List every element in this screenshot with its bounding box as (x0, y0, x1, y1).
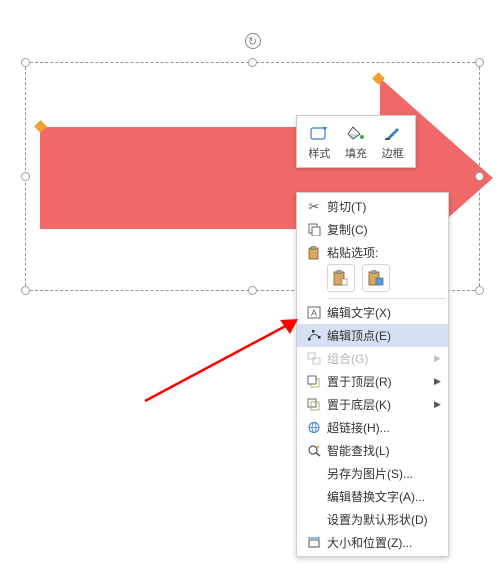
fill-button[interactable]: 填充 (343, 120, 369, 163)
style-label: 样式 (308, 145, 330, 161)
submenu-arrow: ▶ (434, 353, 444, 364)
menu-hyperlink-label: 超链接(H)... (327, 419, 444, 436)
menu-edit-alt-text[interactable]: 编辑替换文字(A)... (297, 485, 448, 508)
resize-handle-sw[interactable] (21, 286, 30, 295)
resize-handle-s[interactable] (248, 286, 257, 295)
submenu-arrow: ▶ (434, 399, 444, 410)
resize-handle-n[interactable] (248, 58, 257, 67)
menu-separator (327, 298, 446, 299)
annotation-arrow (140, 276, 320, 406)
menu-set-default-shape-label: 设置为默认形状(D) (327, 511, 444, 528)
smart-lookup-icon (301, 444, 327, 457)
style-icon (308, 122, 330, 144)
resize-handle-ne[interactable] (475, 58, 484, 67)
paste-option-2[interactable] (362, 264, 390, 292)
paste-options-row (297, 264, 448, 296)
outline-button[interactable]: 边框 (380, 120, 406, 163)
menu-bring-front[interactable]: 置于顶层(R) ▶ (297, 370, 448, 393)
paste-option-1[interactable] (327, 264, 355, 292)
canvas: ↻ 样式 填充 边框 (0, 0, 500, 588)
rotate-handle[interactable]: ↻ (245, 33, 261, 49)
menu-bring-front-label: 置于顶层(R) (327, 373, 434, 390)
menu-cut-label: 剪切(T) (327, 198, 444, 215)
menu-size-position-label: 大小和位置(Z)... (327, 534, 444, 551)
bring-front-icon (301, 375, 327, 388)
outline-label: 边框 (382, 145, 404, 161)
mini-toolbar: 样式 填充 边框 (296, 115, 416, 168)
menu-edit-text-label: 编辑文字(X) (327, 304, 444, 321)
menu-copy[interactable]: 复制(C) (297, 218, 448, 241)
menu-edit-alt-text-label: 编辑替换文字(A)... (327, 488, 444, 505)
resize-handle-e[interactable] (475, 172, 484, 181)
menu-paste-options-label: 粘贴选项: (327, 244, 444, 261)
size-position-icon (301, 536, 327, 549)
menu-set-default-shape[interactable]: 设置为默认形状(D) (297, 508, 448, 531)
menu-save-as-picture[interactable]: 另存为图片(S)... (297, 462, 448, 485)
fill-label: 填充 (345, 145, 367, 161)
menu-send-back-label: 置于底层(K) (327, 396, 434, 413)
menu-cut[interactable]: ✂ 剪切(T) (297, 195, 448, 218)
resize-handle-w[interactable] (21, 172, 30, 181)
menu-edit-points[interactable]: 编辑顶点(E) (297, 324, 448, 347)
resize-handle-se[interactable] (475, 286, 484, 295)
outline-icon (382, 122, 404, 144)
resize-handle-nw[interactable] (21, 58, 30, 67)
menu-save-as-picture-label: 另存为图片(S)... (327, 465, 444, 482)
menu-size-position[interactable]: 大小和位置(Z)... (297, 531, 448, 554)
style-button[interactable]: 样式 (306, 120, 332, 163)
menu-hyperlink[interactable]: 超链接(H)... (297, 416, 448, 439)
svg-text:A: A (311, 308, 317, 318)
cut-icon: ✂ (301, 199, 327, 215)
edit-text-icon: A (301, 306, 327, 319)
menu-send-back[interactable]: 置于底层(K) ▶ (297, 393, 448, 416)
menu-smart-lookup-label: 智能查找(L) (327, 442, 444, 459)
menu-group-label: 组合(G) (327, 350, 434, 367)
menu-edit-points-label: 编辑顶点(E) (327, 327, 444, 344)
menu-smart-lookup[interactable]: 智能查找(L) (297, 439, 448, 462)
context-menu: ✂ 剪切(T) 复制(C) 粘贴选项: A (296, 192, 449, 557)
menu-edit-text[interactable]: A 编辑文字(X) (297, 301, 448, 324)
hyperlink-icon (301, 421, 327, 434)
fill-icon (345, 122, 367, 144)
menu-group: 组合(G) ▶ (297, 347, 448, 370)
send-back-icon (301, 398, 327, 411)
group-icon (301, 352, 327, 365)
copy-icon (301, 223, 327, 236)
paste-icon (301, 246, 327, 260)
edit-points-icon (301, 329, 327, 342)
menu-copy-label: 复制(C) (327, 221, 444, 238)
submenu-arrow: ▶ (434, 376, 444, 387)
menu-paste-options: 粘贴选项: (297, 241, 448, 264)
